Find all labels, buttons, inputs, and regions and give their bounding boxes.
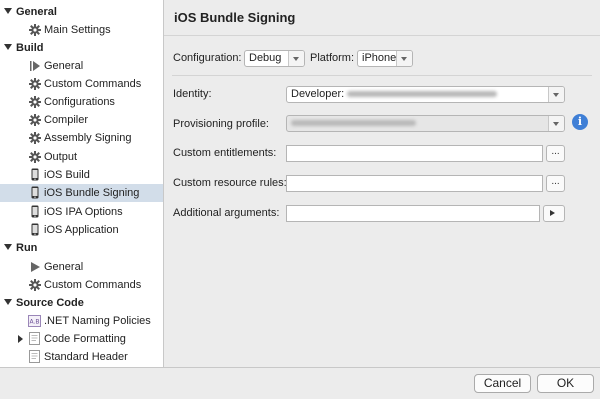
provisioning-profile-dropdown[interactable]: [286, 115, 565, 132]
browse-entitlements-button[interactable]: ...: [546, 145, 565, 162]
sidebar-item-compiler[interactable]: Compiler: [0, 111, 163, 129]
play-icon: [28, 59, 41, 72]
sidebar-item-ios-ipa-options[interactable]: iOS IPA Options: [0, 203, 163, 221]
custom-entitlements-input[interactable]: [286, 145, 543, 162]
redacted-text: [347, 91, 498, 98]
sidebar-item-label: General: [44, 60, 84, 72]
sidebar-item-build-general[interactable]: General: [0, 57, 163, 75]
gear-icon: [28, 278, 41, 291]
gear-icon: [28, 95, 41, 108]
chevron-down-icon: [548, 87, 564, 102]
sidebar-item-output[interactable]: Output: [0, 148, 163, 166]
platform-value: iPhone: [362, 52, 397, 64]
platform-dropdown[interactable]: iPhone: [357, 50, 413, 67]
gear-icon: [28, 77, 41, 90]
naming-policy-icon: A.B: [28, 314, 41, 327]
redacted-text: [291, 120, 416, 127]
collapse-triangle-icon[interactable]: [4, 44, 12, 50]
document-icon: [28, 332, 41, 345]
sidebar-item-custom-commands[interactable]: Custom Commands: [0, 75, 163, 93]
insert-macro-button[interactable]: [543, 205, 565, 222]
custom-entitlements-label: Custom entitlements:: [173, 147, 277, 159]
additional-arguments-input[interactable]: [286, 205, 540, 222]
sidebar-item-main-settings[interactable]: Main Settings: [0, 21, 163, 39]
sidebar-item-ios-application[interactable]: iOS Application: [0, 221, 163, 239]
sidebar-item-label: Configurations: [44, 96, 115, 108]
options-sidebar: General Main Settings Build General Cust…: [0, 0, 164, 367]
gear-icon: [28, 23, 41, 36]
sidebar-item-label: General: [44, 261, 84, 273]
sidebar-item-ios-build[interactable]: iOS Build: [0, 166, 163, 184]
iphone-icon: [28, 186, 41, 199]
chevron-down-icon: [396, 51, 412, 66]
sidebar-item-label: Code Formatting: [44, 333, 126, 345]
divider: [172, 75, 592, 76]
collapse-triangle-icon[interactable]: [4, 244, 12, 250]
sidebar-item-run-general[interactable]: General: [0, 258, 163, 276]
sidebar-item-standard-header[interactable]: Standard Header: [0, 348, 163, 366]
svg-text:A.B: A.B: [29, 318, 39, 325]
custom-resource-rules-input[interactable]: [286, 175, 543, 192]
sidebar-item-label: Custom Commands: [44, 78, 142, 90]
configuration-label: Configuration:: [173, 52, 242, 64]
gear-icon: [28, 150, 41, 163]
iphone-icon: [28, 223, 41, 236]
dialog-button-bar: Cancel OK: [0, 367, 600, 399]
options-panel: iOS Bundle Signing Configuration: Debug …: [164, 0, 600, 367]
page-title: iOS Bundle Signing: [174, 10, 296, 25]
project-options-dialog: General Main Settings Build General Cust…: [0, 0, 600, 399]
sidebar-item-naming-policies[interactable]: A.B .NET Naming Policies: [0, 312, 163, 330]
iphone-icon: [28, 205, 41, 218]
sidebar-item-ios-bundle-signing[interactable]: iOS Bundle Signing: [0, 184, 163, 202]
collapse-triangle-icon[interactable]: [4, 8, 12, 14]
configuration-value: Debug: [249, 52, 282, 64]
sidebar-item-label: iOS Application: [44, 224, 119, 236]
sidebar-item-label: Main Settings: [44, 24, 111, 36]
configuration-dropdown[interactable]: Debug: [244, 50, 305, 67]
ok-button[interactable]: OK: [537, 374, 594, 393]
sidebar-item-label: Compiler: [44, 114, 89, 126]
play-icon: [550, 210, 555, 216]
sidebar-item-label: Assembly Signing: [44, 132, 132, 144]
sidebar-item-label: .NET Naming Policies: [44, 315, 151, 327]
browse-resource-rules-button[interactable]: ...: [546, 175, 565, 192]
additional-arguments-label: Additional arguments:: [173, 207, 280, 219]
chevron-down-icon: [548, 116, 564, 131]
sidebar-item-run-custom-commands[interactable]: Custom Commands: [0, 276, 163, 294]
sidebar-item-label: Standard Header: [44, 351, 128, 363]
sidebar-item-label: Output: [44, 151, 78, 163]
expand-triangle-icon[interactable]: [18, 335, 23, 343]
identity-label: Identity:: [173, 88, 212, 100]
iphone-icon: [28, 168, 41, 181]
cancel-button[interactable]: Cancel: [474, 374, 531, 393]
chevron-down-icon: [288, 51, 304, 66]
sidebar-item-label: Custom Commands: [44, 279, 142, 291]
collapse-triangle-icon[interactable]: [4, 299, 12, 305]
sidebar-item-code-formatting[interactable]: Code Formatting: [0, 330, 163, 348]
section-header-source-code[interactable]: Source Code: [4, 295, 84, 311]
platform-label: Platform:: [310, 52, 355, 64]
sidebar-item-label: iOS Build: [44, 169, 90, 181]
gear-icon: [28, 131, 41, 144]
section-header-run[interactable]: Run: [4, 240, 37, 256]
section-header-build[interactable]: Build: [4, 40, 44, 56]
section-header-general[interactable]: General: [4, 4, 57, 20]
identity-value: Developer:: [291, 88, 345, 100]
sidebar-item-configurations[interactable]: Configurations: [0, 93, 163, 111]
info-icon[interactable]: i: [572, 114, 588, 130]
divider: [164, 35, 600, 36]
custom-resource-rules-label: Custom resource rules:: [173, 177, 287, 189]
sidebar-item-label: iOS Bundle Signing: [44, 187, 140, 199]
sidebar-item-assembly-signing[interactable]: Assembly Signing: [0, 129, 163, 147]
sidebar-item-label: iOS IPA Options: [44, 206, 123, 218]
identity-dropdown[interactable]: Developer:: [286, 86, 565, 103]
play-icon: [28, 260, 41, 273]
document-icon: [28, 350, 41, 363]
gear-icon: [28, 113, 41, 126]
provisioning-profile-label: Provisioning profile:: [173, 118, 269, 130]
